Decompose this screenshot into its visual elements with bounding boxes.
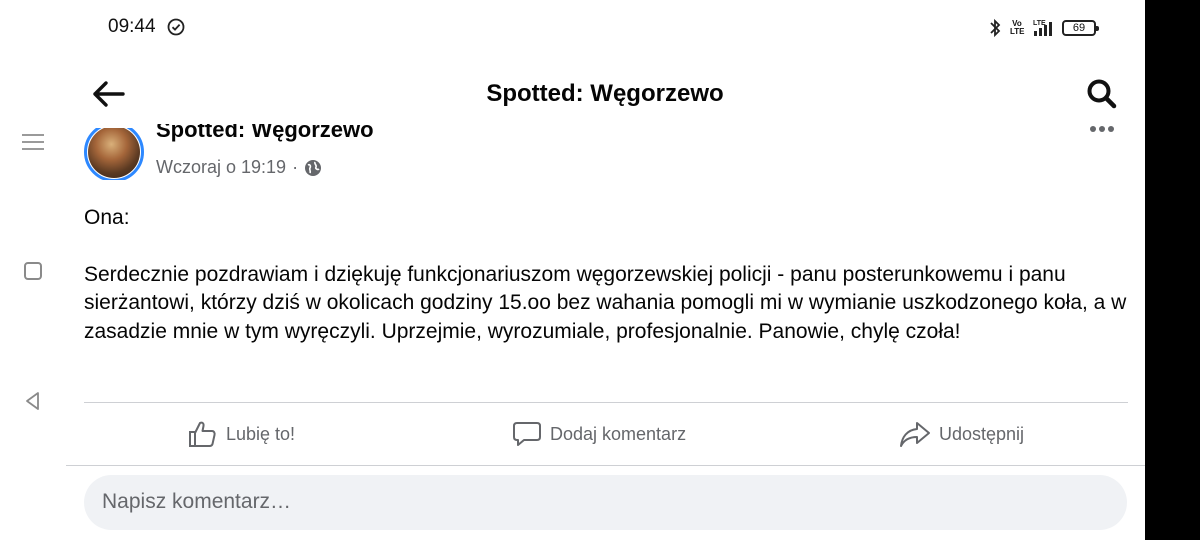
bluetooth-icon	[990, 18, 1001, 38]
like-button[interactable]: Lubię to!	[188, 420, 295, 448]
post-actions: Lubię to! Dodaj komentarz Udostępnij	[84, 414, 1128, 460]
comment-label: Dodaj komentarz	[550, 423, 687, 444]
globe-icon	[305, 159, 322, 176]
avatar[interactable]	[84, 128, 144, 180]
post-header: Spotted: Węgorzewo Wczoraj o 19:19 ·	[84, 124, 1134, 184]
check-circle-icon	[167, 18, 185, 36]
comment-placeholder: Napisz komentarz…	[102, 490, 292, 513]
app-bar: Spotted: Węgorzewo	[0, 64, 1145, 124]
thumbs-up-icon	[189, 421, 216, 447]
post-author[interactable]: Spotted: Węgorzewo	[156, 124, 374, 143]
comment-icon	[513, 422, 541, 446]
post-text-line: Ona:	[84, 206, 130, 229]
post-text-paragraph: Serdecznie pozdrawiam i dziękuję funkcjo…	[84, 262, 1127, 343]
comment-input[interactable]: Napisz komentarz…	[84, 475, 1127, 530]
post-body: Ona: Serdecznie pozdrawiam i dziękuję fu…	[84, 204, 1134, 346]
signal-icon: LTE	[1033, 20, 1052, 36]
status-bar: 09:44 Vo LTE LTE 69	[0, 0, 1145, 56]
search-button[interactable]	[1080, 74, 1124, 114]
battery-indicator: 69	[1062, 20, 1099, 36]
post-meta: Wczoraj o 19:19 ·	[156, 157, 322, 178]
share-button[interactable]: Udostępnij	[899, 420, 1024, 448]
avatar-image	[88, 128, 140, 178]
status-time: 09:44	[108, 16, 156, 37]
more-options-button[interactable]	[1090, 126, 1124, 140]
divider	[66, 465, 1145, 466]
share-icon	[900, 422, 930, 447]
page-title: Spotted: Węgorzewo	[486, 80, 724, 107]
status-icons: Vo LTE LTE 69	[988, 15, 1099, 41]
post-timestamp[interactable]: Wczoraj o 19:19	[156, 157, 286, 178]
share-label: Udostępnij	[939, 423, 1025, 444]
recent-apps-button[interactable]	[22, 134, 44, 152]
divider	[84, 402, 1128, 403]
screen-edge	[1145, 0, 1200, 540]
search-icon	[1087, 79, 1117, 109]
comment-button[interactable]: Dodaj komentarz	[512, 420, 686, 448]
meta-separator: ·	[292, 157, 299, 177]
home-button[interactable]	[24, 262, 42, 280]
app-screen: 09:44 Vo LTE LTE 69 Spotted: Węgorzewo S…	[0, 0, 1145, 540]
volte-icon: Vo LTE	[1010, 19, 1025, 36]
like-label: Lubię to!	[226, 423, 296, 444]
nav-back-icon[interactable]	[22, 390, 44, 412]
